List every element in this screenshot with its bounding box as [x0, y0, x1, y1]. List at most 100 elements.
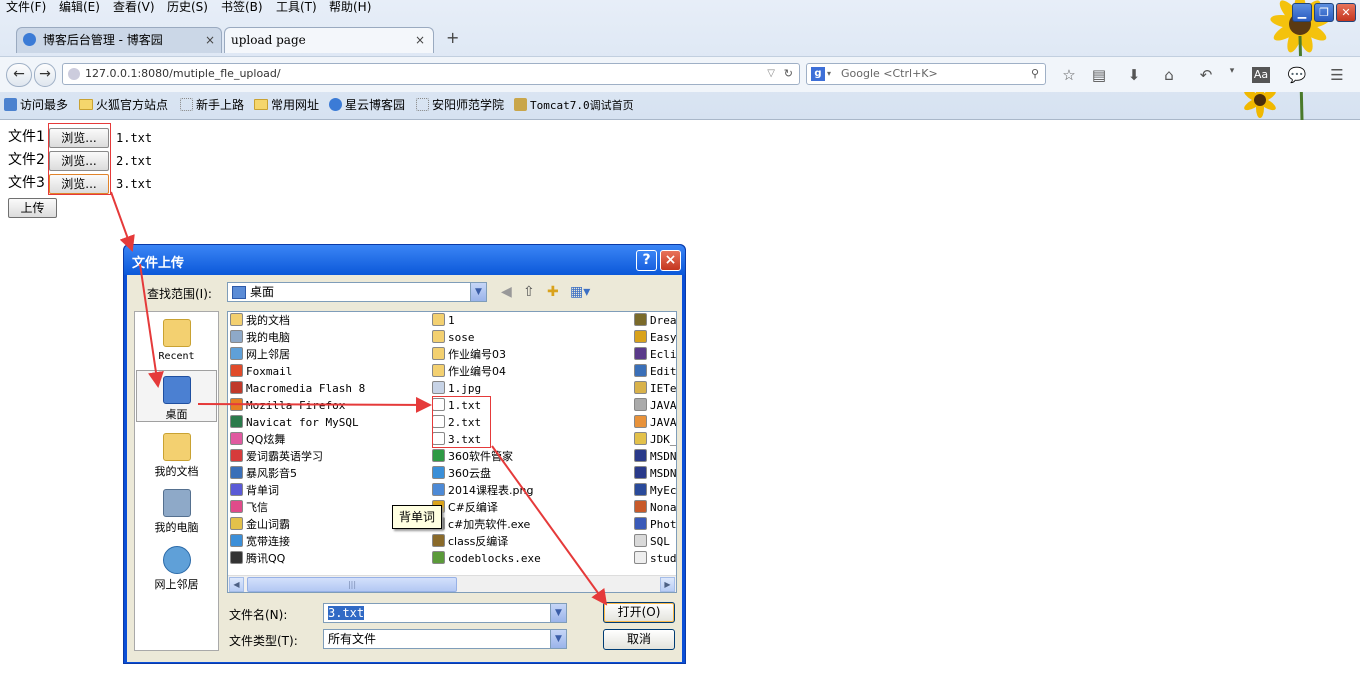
dropdown-icon[interactable]: ▽ — [767, 64, 775, 84]
file-item[interactable]: JAVA — [634, 398, 676, 414]
dialog-close-button[interactable]: × — [660, 250, 681, 271]
file-item[interactable]: 1 — [432, 313, 630, 329]
horizontal-scrollbar[interactable]: ◀ ||| ▶ — [228, 575, 676, 592]
window-close-button[interactable]: ✕ — [1336, 3, 1356, 22]
file-item[interactable]: Mozilla Firefox — [230, 398, 428, 414]
view-menu-icon[interactable]: ▦▾ — [570, 284, 590, 300]
file-item[interactable]: 我的文档 — [230, 313, 428, 329]
bookmark-star-icon[interactable]: ☆ — [1059, 66, 1079, 84]
bookmark-tomcat[interactable]: Tomcat7.0调试首页 — [514, 97, 634, 114]
file-item[interactable]: 网上邻居 — [230, 347, 428, 363]
undo-dropdown-icon[interactable]: ▾ — [1222, 66, 1242, 76]
file-item[interactable]: Nona — [634, 500, 676, 516]
file-item[interactable]: 我的电脑 — [230, 330, 428, 346]
file-item[interactable]: 作业编号04 — [432, 364, 630, 380]
download-icon[interactable]: ⬇ — [1124, 66, 1144, 84]
file-item[interactable]: QQ炫舞 — [230, 432, 428, 448]
file-item[interactable]: codeblocks.exe — [432, 551, 630, 567]
bookmark-common-sites[interactable]: 常用网址 — [254, 97, 319, 113]
tab-close-icon[interactable]: × — [415, 28, 425, 53]
restore-button[interactable]: ❐ — [1314, 3, 1334, 22]
new-tab-button[interactable]: + — [446, 30, 459, 46]
new-folder-icon[interactable]: ✚ — [547, 284, 559, 300]
file-item[interactable]: Foxmail — [230, 364, 428, 380]
undo-icon[interactable]: ↶ — [1196, 66, 1216, 84]
bookmark-firefox-site[interactable]: 火狐官方站点 — [79, 97, 168, 113]
dropdown-arrow-icon[interactable]: ▼ — [550, 604, 566, 622]
open-button[interactable]: 打开(O) — [603, 602, 675, 623]
scroll-thumb[interactable]: ||| — [247, 577, 457, 592]
place-my-documents[interactable]: 我的文档 — [136, 428, 217, 480]
file-item[interactable]: Edit — [634, 364, 676, 380]
chat-icon[interactable]: 💬 — [1287, 66, 1307, 84]
menu-history[interactable]: 历史(S) — [167, 0, 208, 15]
upload-button[interactable]: 上传 — [8, 198, 57, 218]
file-item[interactable]: sose — [432, 330, 630, 346]
minimize-button[interactable]: ▁ — [1292, 3, 1312, 22]
menu-bookmarks[interactable]: 书签(B) — [221, 0, 263, 15]
file-item[interactable]: MyEc — [634, 483, 676, 499]
dropdown-arrow-icon[interactable]: ▼ — [470, 283, 486, 301]
search-bar[interactable]: g ▾ Google <Ctrl+K> ⚲ — [806, 63, 1046, 85]
place-my-computer[interactable]: 我的电脑 — [136, 484, 217, 536]
tab-blog-admin[interactable]: 博客后台管理 - 博客园 × — [16, 27, 222, 53]
bookmark-most-visited[interactable]: 访问最多 — [4, 97, 68, 113]
file-item[interactable]: class反编译 — [432, 534, 630, 550]
url-bar[interactable]: 127.0.0.1:8080/mutiple_fle_upload/ ▽ ↻ — [62, 63, 800, 85]
scroll-left-icon[interactable]: ◀ — [229, 577, 244, 592]
menu-tools[interactable]: 工具(T) — [276, 0, 317, 15]
file-item[interactable]: Phot — [634, 517, 676, 533]
file-item[interactable]: C#反编译 — [432, 500, 630, 516]
file-item[interactable]: 腾讯QQ — [230, 551, 428, 567]
file-item[interactable]: 1.jpg — [432, 381, 630, 397]
file-item[interactable]: Ecli — [634, 347, 676, 363]
file-item[interactable]: Easy — [634, 330, 676, 346]
file-item[interactable]: JDK_ — [634, 432, 676, 448]
place-recent[interactable]: Recent — [136, 314, 217, 366]
dialog-help-button[interactable]: ? — [636, 250, 657, 271]
scroll-right-icon[interactable]: ▶ — [660, 577, 675, 592]
file-item[interactable]: 爱词霸英语学习 — [230, 449, 428, 465]
file-item[interactable]: 2014课程表.png — [432, 483, 630, 499]
reload-icon[interactable]: ↻ — [784, 64, 793, 84]
menu-help[interactable]: 帮助(H) — [329, 0, 371, 15]
file-item[interactable]: 作业编号03 — [432, 347, 630, 363]
file-item[interactable]: JAVA — [634, 415, 676, 431]
place-network[interactable]: 网上邻居 — [136, 541, 217, 593]
file-item[interactable]: Macromedia Flash 8 — [230, 381, 428, 397]
menu-edit[interactable]: 编辑(E) — [59, 0, 100, 15]
file-item[interactable]: 360软件管家 — [432, 449, 630, 465]
menu-view[interactable]: 查看(V) — [113, 0, 155, 15]
file-item[interactable]: IETe — [634, 381, 676, 397]
file-item[interactable]: MSDN — [634, 449, 676, 465]
back-button[interactable]: ← — [6, 63, 32, 87]
tab-close-icon[interactable]: × — [205, 28, 215, 53]
up-folder-icon[interactable]: ⇧ — [523, 284, 535, 300]
translate-icon[interactable]: Aa — [1252, 67, 1270, 83]
file-item[interactable]: 宽带连接 — [230, 534, 428, 550]
file-item[interactable]: 360云盘 — [432, 466, 630, 482]
file-item[interactable]: c#加壳软件.exe — [432, 517, 630, 533]
menu-icon[interactable]: ☰ — [1327, 66, 1347, 84]
file-item[interactable]: MSDN — [634, 466, 676, 482]
file-item[interactable]: 暴风影音5 — [230, 466, 428, 482]
filename-input[interactable]: 3.txt ▼ — [323, 603, 567, 623]
home-icon[interactable]: ⌂ — [1159, 66, 1179, 84]
tab-upload-page[interactable]: upload page × — [224, 27, 434, 53]
search-icon[interactable]: ⚲ — [1031, 64, 1039, 84]
bookmark-getting-started[interactable]: 新手上路 — [180, 97, 244, 113]
lookin-dropdown[interactable]: 桌面 ▼ — [227, 282, 487, 302]
bookmark-nebula-blog[interactable]: 星云博客园 — [329, 97, 405, 113]
bookmark-anyang-normal[interactable]: 安阳师范学院 — [416, 97, 504, 113]
forward-button[interactable]: → — [34, 63, 56, 87]
menu-file[interactable]: 文件(F) — [6, 0, 46, 15]
file-item[interactable]: Drea — [634, 313, 676, 329]
file-item[interactable]: stud — [634, 551, 676, 567]
file-item[interactable]: Navicat for MySQL — [230, 415, 428, 431]
dropdown-arrow-icon[interactable]: ▼ — [550, 630, 566, 648]
place-desktop[interactable]: 桌面 — [136, 370, 217, 422]
bookmarks-list-icon[interactable]: ▤ — [1089, 66, 1109, 84]
file-item[interactable]: 背单词 — [230, 483, 428, 499]
back-icon[interactable]: ◀ — [501, 284, 512, 300]
file-item[interactable]: SQL — [634, 534, 676, 550]
